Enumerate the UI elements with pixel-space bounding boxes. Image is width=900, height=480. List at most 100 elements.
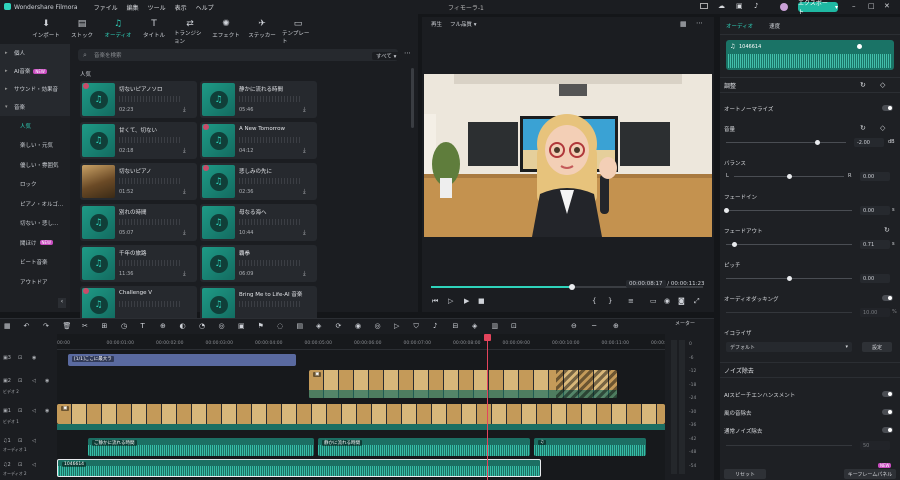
favorite-icon[interactable] (83, 288, 89, 294)
playhead-handle[interactable] (484, 334, 491, 341)
auto-normalize-toggle[interactable] (882, 105, 893, 111)
ducking-value[interactable]: 10.00 (860, 308, 890, 317)
bell-icon[interactable]: ♪ (754, 2, 758, 10)
grid-icon[interactable]: ▦ (4, 322, 11, 330)
menu-view[interactable]: 表示 (175, 3, 187, 12)
ai-icon[interactable]: ◈ (316, 322, 321, 330)
menu-file[interactable]: ファイル (94, 3, 118, 12)
volume-handle[interactable] (857, 44, 862, 49)
filter-dropdown[interactable]: すべて ▾ (372, 52, 402, 60)
zoom-out-icon[interactable]: ⊖ (571, 322, 577, 330)
gift-icon[interactable]: ▣ (736, 2, 743, 10)
tab-transition[interactable]: ⇄ トランジション (174, 14, 206, 46)
more-options-icon[interactable]: ⋯ (696, 19, 703, 27)
audio-card[interactable]: ♫ 別れの時間 05:07 ⤓ (80, 204, 197, 241)
eye-icon[interactable]: ◉ (32, 355, 36, 361)
collapse-sidebar-icon[interactable]: ‹ (58, 298, 66, 308)
ducking-slider[interactable] (726, 312, 852, 313)
text-icon[interactable]: T (141, 322, 145, 330)
crop-icon[interactable]: ✂ (82, 322, 88, 330)
color-icon[interactable]: ◐ (180, 322, 186, 330)
audio-clip-1c[interactable]: ♫ (534, 438, 646, 456)
audio-card[interactable]: ♫ 千年の旅路 11:36 ⤓ (80, 245, 197, 282)
audio-clip-1a[interactable]: ご静かに流れる時間 (88, 438, 314, 456)
favorite-icon[interactable] (203, 165, 209, 171)
favorite-icon[interactable] (83, 83, 89, 89)
menu-help[interactable]: ヘルプ (196, 3, 214, 12)
search-input[interactable]: ⌕ 音楽を検索 すべて ▾ (78, 49, 402, 61)
sidebar-item-outdoor[interactable]: アウトドア (0, 272, 70, 292)
audio-card[interactable]: ♫ 覇拳 06:09 ⤓ (200, 245, 317, 282)
download-icon[interactable]: ⤓ (303, 147, 306, 155)
export-button[interactable]: エクスポート ▾ (798, 0, 838, 16)
play-full-icon[interactable]: ▶ (464, 297, 469, 305)
quality-dropdown[interactable]: フル品質 ▾ (450, 20, 477, 28)
group-icon[interactable]: ▣ (238, 322, 245, 330)
fade-in-slider[interactable] (724, 208, 852, 213)
download-icon[interactable]: ⤓ (303, 188, 306, 196)
voice-icon[interactable]: ◌ (277, 322, 283, 330)
tab-title[interactable]: T タイトル (138, 14, 170, 44)
eye-icon[interactable]: ◉ (45, 408, 49, 414)
fade-out-value[interactable]: 0.71 (860, 240, 890, 249)
avatar[interactable] (780, 3, 788, 11)
audio-card[interactable]: ♫ 静かに流れる時間 05:46 ⤓ (200, 81, 317, 118)
reset-button[interactable]: リセット (724, 469, 766, 479)
mark-out-icon[interactable]: } (608, 297, 612, 305)
sidebar-group-music[interactable]: ▾ 音楽 (0, 98, 70, 116)
playhead[interactable] (484, 334, 491, 480)
audio-card[interactable]: ♫ 悲しみの先に 02:36 ⤓ (200, 163, 317, 200)
eye-icon[interactable]: ◉ (45, 378, 49, 384)
menu-icon[interactable]: ≡ (628, 297, 634, 305)
reset-icon[interactable]: ↻ (884, 226, 890, 234)
slider-handle[interactable] (815, 140, 821, 145)
keyframe-icon[interactable]: ◇ (880, 124, 885, 132)
ai-speech-toggle[interactable] (882, 391, 893, 397)
audio-card[interactable]: ♫ A New Tomorrow 04:12 ⤓ (200, 122, 317, 159)
tab-audio[interactable]: ♫ オーディオ (102, 14, 134, 44)
sidebar-item-gentle[interactable]: 優しい・雰囲気 (0, 155, 70, 175)
fade-in-value[interactable]: 0.00 (860, 206, 890, 215)
lock-icon[interactable]: ⊡ (18, 408, 22, 414)
reset-icon[interactable]: ↻ (860, 81, 866, 89)
prev-frame-icon[interactable]: ⏮ (432, 297, 438, 306)
speaker-icon[interactable]: ◁ (32, 408, 36, 414)
audio-clip-1b[interactable]: 静かに流れる時間 (318, 438, 530, 456)
more-options-icon[interactable]: ⋯ (404, 49, 411, 57)
balance-slider[interactable] (734, 174, 844, 179)
download-icon[interactable]: ⤓ (183, 106, 186, 114)
sidebar-item-piano[interactable]: ピアノ・オルゴ... (0, 194, 70, 214)
slider-handle[interactable] (787, 174, 792, 179)
undo-icon[interactable]: ↶ (24, 322, 30, 330)
tab-speed[interactable]: 速度 (769, 22, 780, 30)
split-icon[interactable]: ⊞ (102, 322, 108, 330)
title-clip[interactable]: [1/1]ここに最大ラ (68, 354, 296, 366)
zoom-in-icon[interactable]: ⊕ (613, 322, 619, 330)
keyframe-icon[interactable]: ◇ (880, 81, 885, 89)
audio-clip-2[interactable]: 1046614 (57, 459, 541, 477)
download-icon[interactable]: ⤓ (183, 229, 186, 237)
snap-icon[interactable]: ◎ (375, 322, 381, 330)
sidebar-item-fun[interactable]: 楽しい・元気 (0, 136, 70, 156)
volume-value[interactable]: -2.00 (854, 138, 884, 147)
speaker-icon[interactable]: ◁ (32, 378, 36, 384)
pitch-slider[interactable] (726, 276, 852, 281)
audio-card[interactable]: 切ないピアノ 01:52 ⤓ (80, 163, 197, 200)
speaker-icon[interactable]: ◁ (32, 462, 36, 468)
normal-noise-value[interactable]: 50 (860, 441, 890, 450)
download-icon[interactable]: ⤓ (303, 270, 306, 278)
normal-noise-toggle[interactable] (882, 427, 893, 433)
lock-icon[interactable]: ⊡ (18, 378, 22, 384)
ducking-toggle[interactable] (882, 295, 893, 301)
tab-stock[interactable]: ▤ ストック (66, 14, 98, 44)
audio-card[interactable]: ♫ 切ないピアノソロ 02:23 ⤓ (80, 81, 197, 118)
time-ruler[interactable]: 00:00 00:00:01:00 00:00:02:00 00:00:03:00 00… (57, 334, 678, 350)
sidebar-item-popular[interactable]: 人気 (0, 116, 70, 136)
favorite-icon[interactable] (203, 124, 209, 130)
audio-card[interactable]: ♫ 母なる海へ 10:44 ⤓ (200, 204, 317, 241)
menu-edit[interactable]: 編集 (127, 3, 139, 12)
play-icon[interactable]: ▷ (448, 297, 453, 305)
motion-icon[interactable]: ⟳ (336, 322, 342, 330)
download-icon[interactable]: ⤓ (303, 106, 306, 114)
sidebar-item-ghost[interactable]: 聞ほけ NEW (0, 233, 70, 253)
